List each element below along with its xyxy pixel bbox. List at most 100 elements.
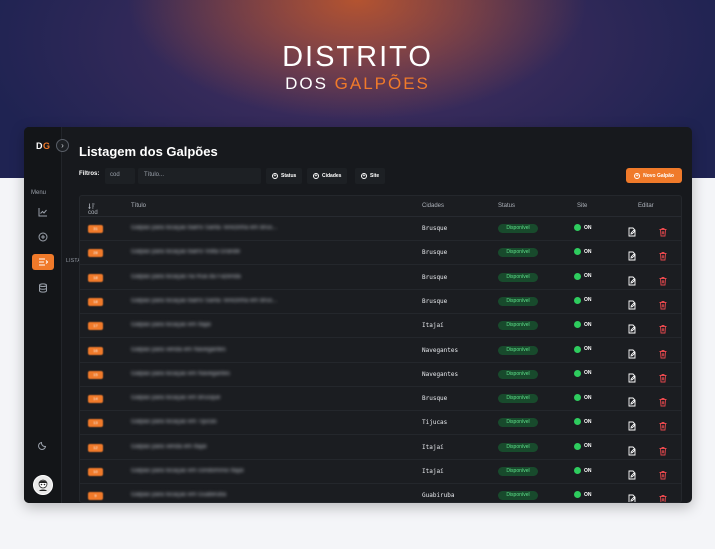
delete-button[interactable] <box>658 467 668 480</box>
sidebar-item-database[interactable] <box>35 280 51 296</box>
table-row[interactable]: 18 Galpão para locação bairro Santa Terez… <box>80 290 681 314</box>
status-filter-button[interactable]: + Status <box>266 168 303 184</box>
table-row[interactable]: 12 Galpão para venda em Itajaí Itajaí Dispo… <box>80 436 681 460</box>
site-toggle[interactable]: ON <box>574 296 592 304</box>
edit-button[interactable] <box>627 273 637 286</box>
delete-button[interactable] <box>658 491 668 502</box>
header-title: Título <box>131 203 147 209</box>
row-title: Galpão para locação bairro Santa Terezin… <box>131 297 278 304</box>
delete-button[interactable] <box>658 394 668 407</box>
site-toggle[interactable]: ON <box>574 321 592 329</box>
trash-icon <box>658 273 668 290</box>
sidebar-menu-label: Menu <box>31 190 47 196</box>
new-galpao-label: Novo Galpão <box>643 172 674 179</box>
row-title: Galpão para locação bairro Santa Terezin… <box>131 225 278 231</box>
row-city: Itajaí <box>422 468 444 475</box>
delete-button[interactable] <box>658 443 668 456</box>
table-row[interactable]: 16 Galpão para venda em Navegantes Navegan… <box>80 339 681 363</box>
header-cod-label: cod <box>88 210 98 216</box>
avatar[interactable] <box>33 475 53 495</box>
delete-button[interactable] <box>658 370 668 383</box>
site-toggle[interactable]: ON <box>574 345 592 353</box>
edit-button[interactable] <box>627 346 637 358</box>
header-cod[interactable]: cod <box>88 203 98 216</box>
edit-button[interactable] <box>627 491 637 502</box>
trash-icon <box>658 297 668 314</box>
brand-line-2-a: DOS <box>285 74 335 93</box>
site-toggle[interactable]: ON <box>574 418 592 426</box>
edit-button[interactable] <box>627 443 637 456</box>
status-badge: Disponível <box>498 321 538 331</box>
site-toggle[interactable]: ON <box>574 272 592 280</box>
trash-icon <box>658 394 668 411</box>
new-galpao-button[interactable]: + Novo Galpão <box>626 168 682 183</box>
site-status-label: ON <box>584 467 592 474</box>
delete-button[interactable] <box>658 273 668 286</box>
edit-button[interactable] <box>627 297 637 310</box>
sidebar-item-dashboard[interactable] <box>35 204 51 220</box>
filters-label: Filtros: <box>79 171 100 177</box>
title-filter-input[interactable]: Título... <box>138 168 261 184</box>
cod-badge: 28 <box>88 249 103 258</box>
cod-badge: 16 <box>88 346 103 355</box>
edit-button[interactable] <box>627 394 637 407</box>
delete-button[interactable] <box>658 248 668 261</box>
table-row[interactable]: 15 Galpão para locação em Navegantes Naveg… <box>80 363 681 387</box>
sidebar-item-listagem[interactable] <box>32 254 54 270</box>
edit-icon <box>627 370 637 387</box>
site-toggle[interactable]: ON <box>574 491 592 499</box>
online-dot-icon <box>574 369 581 377</box>
plus-circle-icon: + <box>313 173 319 179</box>
cities-filter-button[interactable]: + Cidades <box>307 168 348 184</box>
site-toggle[interactable]: ON <box>574 394 592 402</box>
cod-badge: 12 <box>88 443 103 452</box>
edit-button[interactable] <box>627 467 637 480</box>
online-dot-icon <box>574 345 581 353</box>
table-row[interactable]: 31 Galpão para locação bairro Santa Terez… <box>80 217 681 241</box>
row-title: Galpão para locação bairro Volta Grande <box>131 249 241 256</box>
table-row[interactable]: 18 Galpão para locação na Rua da Fazenda B… <box>80 266 681 290</box>
table-row[interactable]: 9 Galpão para locação em Guabiruba Guabiru… <box>80 484 681 502</box>
table-row[interactable]: 10 Galpão para locação em condomínio Itaj… <box>80 460 681 484</box>
delete-button[interactable] <box>658 321 668 334</box>
app-logo[interactable]: DG <box>36 141 51 151</box>
site-filter-button[interactable]: + Site <box>355 168 386 184</box>
delete-button[interactable] <box>658 297 668 310</box>
edit-icon <box>627 248 637 265</box>
row-title: Galpão para locação na Rua da Fazenda <box>131 273 241 280</box>
status-badge: Disponível <box>498 248 538 258</box>
site-toggle[interactable]: ON <box>574 224 592 231</box>
edit-button[interactable] <box>627 370 637 383</box>
delete-button[interactable] <box>658 224 668 237</box>
edit-button[interactable] <box>627 248 637 261</box>
cod-badge: 9 <box>88 492 103 501</box>
row-city: Brusque <box>422 249 448 257</box>
table-row[interactable]: 17 Galpão para locação em Itajaí Itajaí Dis… <box>80 314 681 339</box>
add-circle-icon <box>38 232 48 242</box>
edit-button[interactable] <box>627 224 637 237</box>
app-logo-g: G <box>43 141 51 151</box>
table-row[interactable]: 28 Galpão para locação bairro Volta Grand… <box>80 241 681 266</box>
table-row[interactable]: 14 Galpão para locação em Brusque Brusque D… <box>80 387 681 412</box>
cod-filter-input[interactable]: cod <box>105 168 135 184</box>
site-status-label: ON <box>584 443 592 450</box>
site-toggle[interactable]: ON <box>574 467 592 474</box>
site-toggle[interactable]: ON <box>574 369 592 377</box>
row-city: Navegantes <box>422 370 459 378</box>
cod-badge: 31 <box>88 225 103 233</box>
site-toggle[interactable]: ON <box>574 442 592 450</box>
table-row[interactable]: 13 Galpão para locação em Tijucas Tijucas D… <box>80 411 681 436</box>
theme-toggle-button[interactable] <box>35 437 51 453</box>
site-status-label: ON <box>584 248 592 255</box>
edit-icon <box>627 443 637 460</box>
status-badge: Disponível <box>498 467 538 476</box>
delete-button[interactable] <box>658 346 668 358</box>
site-status-label: ON <box>584 418 592 425</box>
edit-button[interactable] <box>627 321 637 334</box>
site-toggle[interactable]: ON <box>574 248 592 256</box>
edit-button[interactable] <box>627 418 637 431</box>
page-title: Listagem dos Galpões <box>79 144 218 159</box>
edit-icon <box>627 321 637 338</box>
sidebar-item-add[interactable] <box>35 229 51 245</box>
delete-button[interactable] <box>658 418 668 431</box>
